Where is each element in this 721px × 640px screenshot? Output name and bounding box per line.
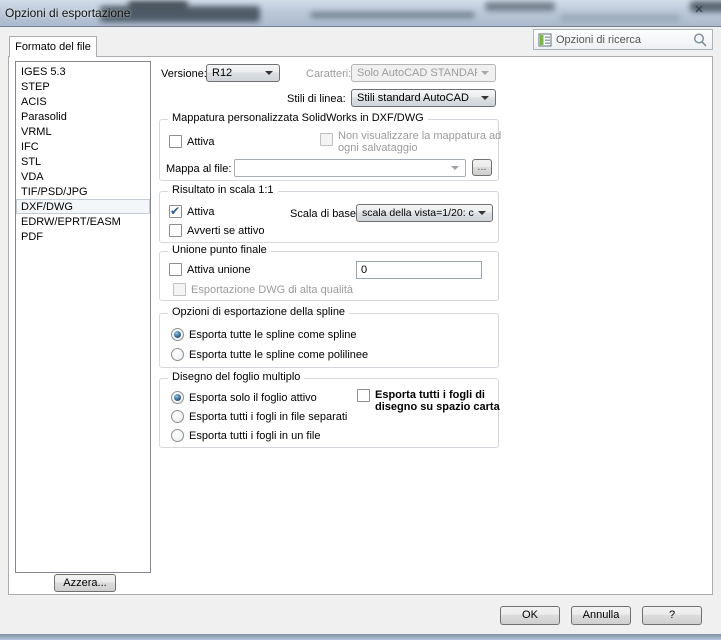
export-sheets-onefile-label: Esporta tutti i fogli in un file: [189, 430, 320, 442]
list-item[interactable]: STL: [16, 154, 150, 169]
list-item[interactable]: TIF/PSD/JPG: [16, 184, 150, 199]
chevron-down-icon: [265, 71, 273, 75]
export-active-sheet-radio[interactable]: [171, 391, 184, 404]
spline-as-spline-label: Esporta tutte le spline come spline: [189, 329, 357, 341]
version-label: Versione:: [161, 68, 207, 80]
chevron-down-icon: [478, 211, 486, 215]
browse-button[interactable]: ...: [472, 159, 492, 176]
list-item[interactable]: ACIS: [16, 94, 150, 109]
spline-as-polyline-radio[interactable]: [171, 348, 184, 361]
help-button[interactable]: ?: [642, 606, 702, 625]
chevron-down-icon: [481, 71, 489, 75]
warn-if-active-checkbox[interactable]: [169, 224, 182, 237]
scale-enable-label: Attiva: [187, 206, 215, 218]
background-blur-shape: [560, 14, 680, 22]
spline-as-spline-radio[interactable]: [171, 328, 184, 341]
endpoint-group-title: Unione punto finale: [168, 244, 271, 256]
mapping-group: Mappatura personalizzata SolidWorks in D…: [159, 119, 499, 181]
spline-group-title: Opzioni di esportazione della spline: [168, 306, 349, 318]
list-item[interactable]: EDRW/EPRT/EASM: [16, 214, 150, 229]
list-item[interactable]: IGES 5.3: [16, 64, 150, 79]
enable-merging-label: Attiva unione: [187, 264, 251, 276]
version-value: R12: [212, 67, 261, 79]
list-item[interactable]: VDA: [16, 169, 150, 184]
scale-group: Risultato in scala 1:1 Attiva Scala di b…: [159, 191, 499, 243]
line-styles-combobox[interactable]: Stili standard AutoCAD: [351, 89, 496, 107]
spline-group: Opzioni di esportazione della spline Esp…: [159, 313, 499, 368]
scale-group-title: Risultato in scala 1:1: [168, 184, 278, 196]
spline-as-polyline-label: Esporta tutte le spline come polilinee: [189, 349, 368, 361]
tab-page-file-format: IGES 5.3 STEP ACIS Parasolid VRML IFC ST…: [8, 56, 713, 595]
window-title: Opzioni di esportazione: [5, 6, 130, 20]
sheet-group: Disegno del foglio multiplo Esporta solo…: [159, 378, 499, 448]
fonts-label: Caratteri:: [306, 68, 351, 80]
search-box[interactable]: [533, 29, 713, 50]
list-item[interactable]: Parasolid: [16, 109, 150, 124]
endpoint-group: Unione punto finale Attiva unione Esport…: [159, 251, 499, 301]
cancel-button[interactable]: Annulla: [571, 606, 631, 625]
window-bottom-edge: [0, 634, 721, 640]
line-styles-label: Stili di linea:: [287, 93, 346, 105]
map-file-combobox[interactable]: [234, 159, 466, 177]
base-scale-combobox[interactable]: scala della vista=1/20: cont: [356, 204, 493, 222]
paper-space-label: Esporta tutti i fogli di disegno su spaz…: [375, 389, 503, 413]
list-item-selected[interactable]: DXF/DWG: [16, 199, 150, 214]
map-file-label: Mappa al file:: [166, 163, 231, 175]
search-input[interactable]: [556, 34, 692, 46]
dont-show-mapping-checkbox: [320, 133, 333, 146]
base-scale-value: scala della vista=1/20: cont: [362, 207, 474, 219]
dont-show-mapping-label: Non visualizzare la mappatura ad ogni sa…: [338, 130, 506, 154]
export-sheets-separate-radio[interactable]: [171, 410, 184, 423]
sheet-group-title: Disegno del foglio multiplo: [168, 371, 304, 383]
list-item[interactable]: STEP: [16, 79, 150, 94]
hq-dwg-export-label: Esportazione DWG di alta qualità: [191, 284, 353, 296]
list-item[interactable]: VRML: [16, 124, 150, 139]
background-blur-shape: [128, 1, 188, 8]
search-options-icon: [538, 33, 552, 47]
format-list: IGES 5.3 STEP ACIS Parasolid VRML IFC ST…: [15, 61, 151, 573]
background-blur-shape: [310, 12, 475, 18]
mapping-enable-label: Attiva: [187, 136, 215, 148]
chevron-down-icon: [451, 166, 459, 170]
reset-button[interactable]: Azzera...: [54, 574, 116, 592]
background-blur-shape: [485, 2, 555, 11]
enable-merging-checkbox[interactable]: [169, 263, 182, 276]
fonts-value: Solo AutoCAD STANDARD: [357, 67, 477, 79]
chevron-down-icon: [481, 96, 489, 100]
warn-if-active-label: Avverti se attivo: [187, 225, 264, 237]
search-icon[interactable]: [692, 32, 708, 48]
mapping-group-title: Mappatura personalizzata SolidWorks in D…: [168, 112, 428, 124]
scale-enable-checkbox[interactable]: [169, 205, 182, 218]
fonts-combobox: Solo AutoCAD STANDARD: [351, 64, 496, 82]
export-active-sheet-label: Esporta solo il foglio attivo: [189, 392, 317, 404]
merge-tolerance-input[interactable]: [356, 261, 482, 279]
title-bar: Opzioni di esportazione ✕: [0, 0, 721, 27]
line-styles-value: Stili standard AutoCAD: [357, 92, 477, 104]
tab-formato-del-file[interactable]: Formato del file: [9, 36, 97, 57]
paper-space-checkbox[interactable]: [357, 389, 370, 402]
list-item[interactable]: PDF: [16, 229, 150, 244]
version-combobox[interactable]: R12: [206, 64, 280, 82]
base-scale-label: Scala di base:: [290, 208, 359, 220]
mapping-enable-checkbox[interactable]: [169, 135, 182, 148]
close-icon[interactable]: ✕: [689, 3, 709, 18]
export-options-dialog: Opzioni di esportazione ✕ Formato del fi…: [0, 0, 721, 640]
export-sheets-onefile-radio[interactable]: [171, 429, 184, 442]
hq-dwg-export-checkbox: [173, 283, 186, 296]
ok-button[interactable]: OK: [500, 606, 560, 625]
list-item[interactable]: IFC: [16, 139, 150, 154]
export-sheets-separate-label: Esporta tutti i fogli in file separati: [189, 411, 347, 423]
